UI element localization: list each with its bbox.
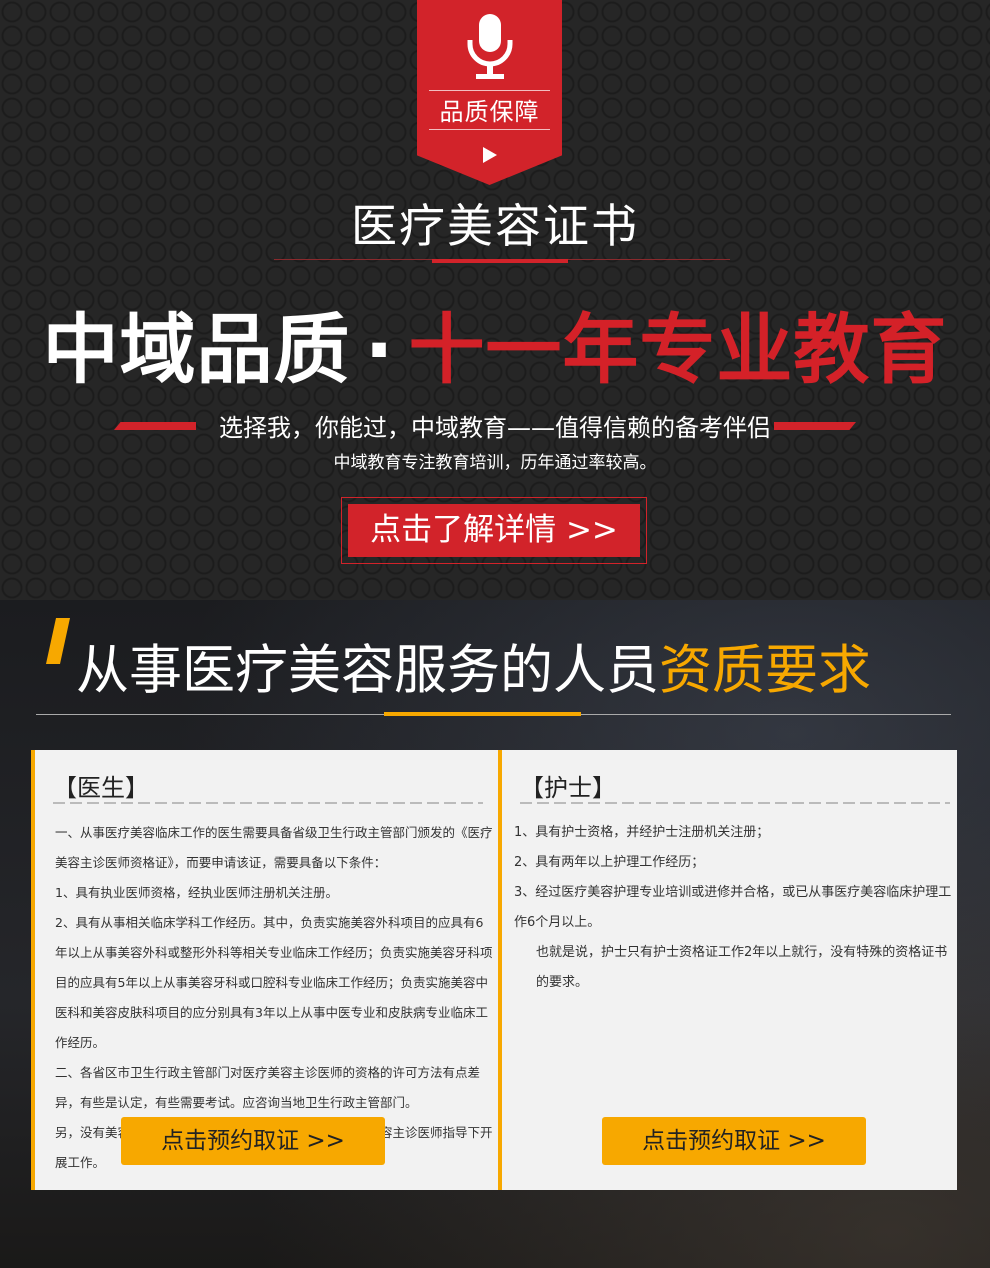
doctor-dashed-divider: [53, 802, 483, 804]
top-banner: 品质保障 医疗美容证书 中域品质 · 十一年专业教育 选择我，你能过，中域教育——值…: [0, 0, 990, 600]
headline-left: 中域品质: [42, 305, 351, 394]
badge-divider-bottom: [429, 129, 550, 130]
requirements-rule-accent: [384, 712, 581, 716]
subtagline: 中域教育专注教育培训，历年通过率较高。: [333, 453, 657, 473]
requirements-title: 从事医疗美容服务的人员资质要求: [76, 628, 976, 704]
requirements-section: 从事医疗美容服务的人员资质要求 【医生】 一、从事医疗美容临床工作的医生需要具备…: [0, 600, 990, 1268]
requirements-title-highlight: 资质要求: [659, 640, 871, 701]
doctor-paragraph: 一、从事医疗美容临床工作的医生需要具备省级卫生行政主管部门颁发的《医疗美容主诊医…: [55, 825, 493, 870]
details-button-frame: 点击了解详情 >>: [341, 497, 647, 564]
nurse-panel: 【护士】 1、具有护士资格，并经护士注册机关注册； 2、具有两年以上护理工作经历…: [498, 750, 957, 1190]
nurse-paragraph: 也就是说，护士只有护士资格证工作2年以上就行，没有特殊的资格证书的要求。: [536, 945, 948, 990]
headline: 中域品质 · 十一年专业教育: [0, 288, 990, 398]
badge-label: 品质保障: [439, 98, 540, 126]
doctor-panel: 【医生】 一、从事医疗美容临床工作的医生需要具备省级卫生行政主管部门颁发的《医疗…: [31, 750, 498, 1190]
doctor-book-button[interactable]: 点击预约取证 >>: [121, 1117, 385, 1165]
quality-badge: 品质保障: [417, 0, 562, 185]
doctor-paragraph: 2、具有从事相关临床学科工作经历。其中，负责实施美容外科项目的应具有6年以上从事…: [55, 915, 493, 1050]
doctor-heading: 【医生】: [53, 774, 149, 802]
nurse-book-button[interactable]: 点击预约取证 >>: [602, 1117, 866, 1165]
quote-mark-icon: [46, 618, 70, 664]
microphone-icon: [467, 14, 513, 79]
headline-dot: ·: [364, 305, 395, 394]
tagline-bar-right: [774, 422, 856, 430]
title-rule-accent: [432, 259, 568, 263]
play-icon: [483, 147, 497, 163]
requirements-title-main: 从事医疗美容服务的人员: [76, 640, 659, 701]
headline-right: 十一年专业教育: [408, 305, 948, 394]
cert-title: 医疗美容证书: [351, 199, 639, 253]
badge-divider-top: [429, 90, 550, 91]
details-button[interactable]: 点击了解详情 >>: [348, 504, 640, 557]
nurse-dashed-divider: [520, 802, 950, 804]
nurse-paragraph: 1、具有护士资格，并经护士注册机关注册；: [514, 825, 770, 840]
nurse-requirements: 1、具有护士资格，并经护士注册机关注册； 2、具有两年以上护理工作经历； 3、经…: [514, 818, 954, 998]
doctor-paragraph: 二、各省区市卫生行政主管部门对医疗美容主诊医师的资格的许可方法有点差异，有些是认…: [55, 1065, 481, 1110]
nurse-heading: 【护士】: [520, 774, 616, 802]
nurse-paragraph: 3、经过医疗美容护理专业培训或进修并合格，或已从事医疗美容临床护理工作6个月以上…: [514, 885, 952, 930]
nurse-paragraph: 2、具有两年以上护理工作经历；: [514, 855, 705, 870]
doctor-paragraph: 1、具有执业医师资格，经执业医师注册机关注册。: [55, 885, 338, 900]
